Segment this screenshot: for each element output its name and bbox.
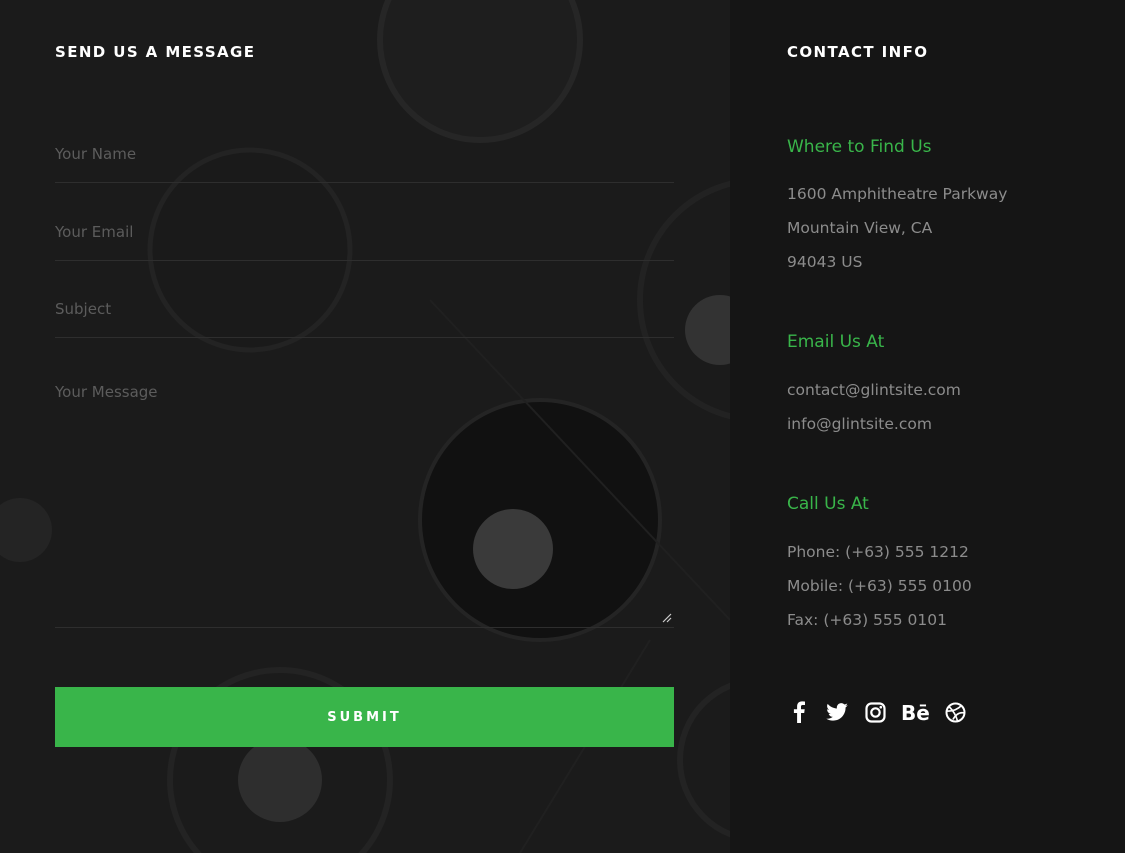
name-input[interactable] [55,126,674,182]
phone-list: Phone: (+63) 555 1212 Mobile: (+63) 555 … [787,535,972,637]
twitter-link[interactable] [825,700,849,724]
resize-handle-icon[interactable] [662,613,672,623]
phone-title: Call Us At [787,494,869,514]
phone-line: Fax: (+63) 555 0101 [787,611,948,629]
behance-link[interactable]: Bē [901,700,929,724]
phone-line: Phone: (+63) 555 1212 [787,543,969,561]
email-list: contact@glintsite.com info@glintsite.com [787,373,961,441]
location-title: Where to Find Us [787,137,932,157]
name-field [55,126,674,183]
address-line: Mountain View, CA [787,219,933,237]
social-links: Bē [787,700,967,724]
email-address: info@glintsite.com [787,415,932,433]
message-panel: SEND US A MESSAGE SUBMIT [0,0,730,853]
dribbble-icon [945,702,965,722]
email-address: contact@glintsite.com [787,381,961,399]
address-list: 1600 Amphitheatre Parkway Mountain View,… [787,177,1007,279]
form-heading: SEND US A MESSAGE [55,43,256,61]
dribbble-link[interactable] [943,700,967,724]
address-line: 94043 US [787,253,863,271]
email-input[interactable] [55,204,674,260]
facebook-link[interactable] [787,700,811,724]
message-field [55,371,674,628]
submit-button[interactable]: SUBMIT [55,687,674,747]
contact-heading: CONTACT INFO [787,43,929,61]
contact-info-panel: CONTACT INFO Where to Find Us 1600 Amphi… [730,0,1125,853]
email-title: Email Us At [787,332,885,352]
phone-line: Mobile: (+63) 555 0100 [787,577,972,595]
subject-input[interactable] [55,281,674,337]
message-textarea[interactable] [55,371,674,623]
facebook-icon [793,701,805,723]
subject-field [55,281,674,338]
behance-icon: Bē [901,702,929,722]
address-line: 1600 Amphitheatre Parkway [787,185,1008,203]
instagram-icon [864,701,886,723]
email-field [55,204,674,261]
instagram-link[interactable] [863,700,887,724]
contact-page: SEND US A MESSAGE SUBMIT CONTACT INFO Wh… [0,0,1125,853]
twitter-icon [826,703,848,721]
svg-text:Bē: Bē [901,702,929,722]
